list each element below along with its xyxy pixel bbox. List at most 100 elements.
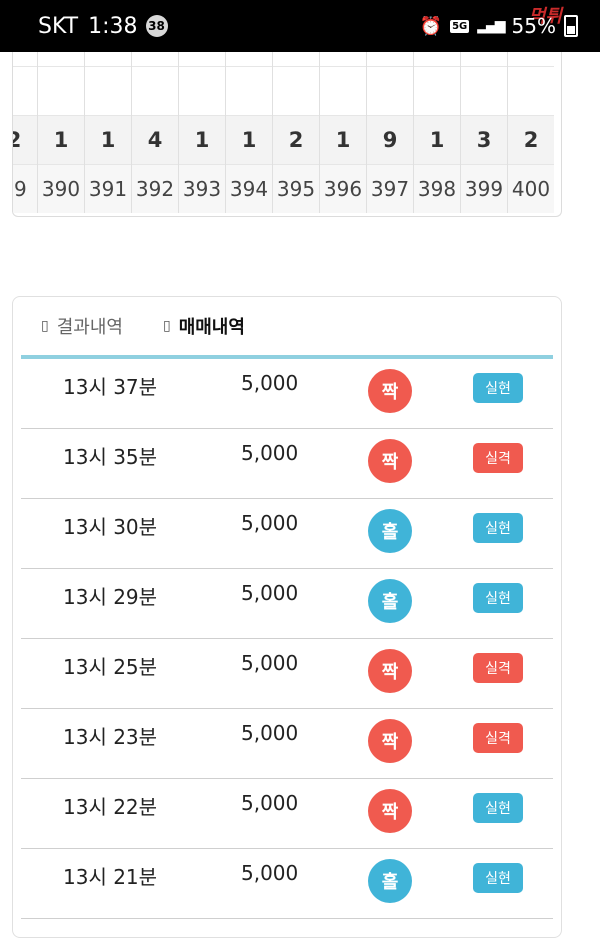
grid-cell-empty bbox=[461, 52, 507, 67]
grid-column: 9 397 bbox=[367, 52, 414, 213]
grid-round-cell: 390 bbox=[38, 165, 84, 213]
grid-round-cell: 89 bbox=[13, 165, 37, 213]
grid-column: 1 393 bbox=[179, 52, 226, 213]
result-status-badge: 실격 bbox=[473, 723, 523, 753]
grid-cell-empty bbox=[508, 52, 554, 67]
alarm-icon: ⏰ bbox=[419, 15, 443, 37]
grid-cell-empty bbox=[38, 67, 84, 116]
grid-count-cell: 1 bbox=[320, 116, 366, 165]
grid-cell-empty bbox=[179, 52, 225, 67]
grid-round-cell: 395 bbox=[273, 165, 319, 213]
odd-pick-badge: 홀 bbox=[368, 859, 412, 903]
grid-cell-empty bbox=[85, 52, 131, 67]
result-status-badge: 실현 bbox=[473, 513, 523, 543]
trade-row: 13시 22분 5,000 짝 실현 bbox=[21, 779, 553, 849]
grid-cell-empty bbox=[320, 67, 366, 116]
grid-round-cell: 393 bbox=[179, 165, 225, 213]
grid-column: 3 399 bbox=[461, 52, 508, 213]
odd-pick-badge: 홀 bbox=[368, 509, 412, 553]
trade-amount: 5,000 bbox=[241, 511, 299, 535]
grid-cell-empty bbox=[273, 52, 319, 67]
grid-count-cell: 1 bbox=[38, 116, 84, 165]
result-status-badge: 실현 bbox=[473, 583, 523, 613]
trade-time: 13시 30분 bbox=[63, 515, 158, 539]
carrier-label: SKT bbox=[38, 13, 79, 39]
result-grid-card: 2891390139143921393139423951396939713983… bbox=[12, 52, 562, 217]
even-pick-badge: 짝 bbox=[368, 649, 412, 693]
trade-amount: 5,000 bbox=[241, 721, 299, 745]
grid-round-cell: 394 bbox=[226, 165, 272, 213]
notification-count-badge: 38 bbox=[145, 15, 168, 37]
list-icon: ▯ bbox=[162, 318, 171, 334]
trade-amount: 5,000 bbox=[241, 651, 299, 675]
even-pick-badge: 짝 bbox=[368, 789, 412, 833]
grid-cell-empty bbox=[320, 52, 366, 67]
grid-count-cell: 1 bbox=[85, 116, 131, 165]
grid-cell-empty bbox=[13, 52, 37, 67]
grid-round-cell: 400 bbox=[508, 165, 554, 213]
grid-count-cell: 3 bbox=[461, 116, 507, 165]
result-status-badge: 실현 bbox=[473, 863, 523, 893]
grid-cell-empty bbox=[414, 67, 460, 116]
grid-column: 1 398 bbox=[414, 52, 461, 213]
signal-icon: ▂▄▆ bbox=[477, 18, 505, 34]
grid-column: 289 bbox=[13, 52, 38, 213]
grid-count-cell: 1 bbox=[179, 116, 225, 165]
grid-round-cell: 399 bbox=[461, 165, 507, 213]
status-icons: ⏰ 5G ▂▄▆ 55% bbox=[420, 0, 578, 52]
grid-round-cell: 397 bbox=[367, 165, 413, 213]
clock: 1:38 bbox=[88, 13, 138, 39]
grid-cell-empty bbox=[226, 67, 272, 116]
grid-cell-empty bbox=[13, 67, 37, 116]
trade-amount: 5,000 bbox=[241, 861, 299, 885]
even-pick-badge: 짝 bbox=[368, 439, 412, 483]
trade-amount: 5,000 bbox=[241, 441, 299, 465]
odd-pick-badge: 홀 bbox=[368, 579, 412, 623]
grid-cell-empty bbox=[367, 52, 413, 67]
tab-trades[interactable]: ▯ 매매내역 bbox=[163, 313, 245, 339]
even-pick-badge: 짝 bbox=[368, 719, 412, 763]
grid-column: 4 392 bbox=[132, 52, 179, 213]
tab-results[interactable]: ▯ 결과내역 bbox=[41, 313, 123, 339]
grid-cell-empty bbox=[461, 67, 507, 116]
grid-round-cell: 396 bbox=[320, 165, 366, 213]
result-status-badge: 실격 bbox=[473, 653, 523, 683]
trade-time: 13시 23분 bbox=[63, 725, 158, 749]
trade-row: 13시 37분 5,000 짝 실현 bbox=[21, 359, 553, 429]
history-card: ▯ 결과내역 ▯ 매매내역 13시 37분 5,000 짝 실현 13시 35분 5,00… bbox=[12, 296, 562, 938]
grid-column: 1 396 bbox=[320, 52, 367, 213]
grid-cell-empty bbox=[85, 67, 131, 116]
trade-row: 13시 29분 5,000 홀 실현 bbox=[21, 569, 553, 639]
trade-row: 13시 35분 5,000 짝 실격 bbox=[21, 429, 553, 499]
grid-count-cell: 1 bbox=[414, 116, 460, 165]
grid-round-cell: 392 bbox=[132, 165, 178, 213]
grid-column: 2 400 bbox=[508, 52, 554, 213]
tab-results-label: 결과내역 bbox=[56, 317, 123, 338]
list-icon: ▯ bbox=[41, 318, 49, 334]
grid-cell-empty bbox=[226, 52, 272, 67]
result-status-badge: 실현 bbox=[473, 373, 523, 403]
grid-cell-empty bbox=[414, 52, 460, 67]
grid-cell-empty bbox=[508, 67, 554, 116]
trade-time: 13시 35분 bbox=[63, 445, 158, 469]
grid-column: 1 394 bbox=[226, 52, 273, 213]
grid-column: 1 391 bbox=[85, 52, 132, 213]
grid-count-cell: 2 bbox=[273, 116, 319, 165]
grid-column: 1 390 bbox=[38, 52, 85, 213]
grid-cell-empty bbox=[273, 67, 319, 116]
grid-count-cell: 2 bbox=[508, 116, 554, 165]
result-grid: 2891390139143921393139423951396939713983… bbox=[13, 52, 554, 213]
even-pick-badge: 짝 bbox=[368, 369, 412, 413]
grid-cell-empty bbox=[367, 67, 413, 116]
grid-count-cell: 9 bbox=[367, 116, 413, 165]
battery-icon bbox=[564, 15, 578, 37]
status-bar: SKT 1:38 38 먹튀 ⏰ 5G ▂▄▆ 55% bbox=[0, 0, 600, 52]
trade-row: 13시 30분 5,000 홀 실현 bbox=[21, 499, 553, 569]
trade-amount: 5,000 bbox=[241, 371, 299, 395]
network-type-label: 5G bbox=[450, 19, 470, 33]
grid-count-cell: 2 bbox=[13, 116, 37, 165]
grid-cell-empty bbox=[38, 52, 84, 67]
trade-amount: 5,000 bbox=[241, 791, 299, 815]
grid-count-cell: 4 bbox=[132, 116, 178, 165]
trade-row: 13시 21분 5,000 홀 실현 bbox=[21, 849, 553, 919]
